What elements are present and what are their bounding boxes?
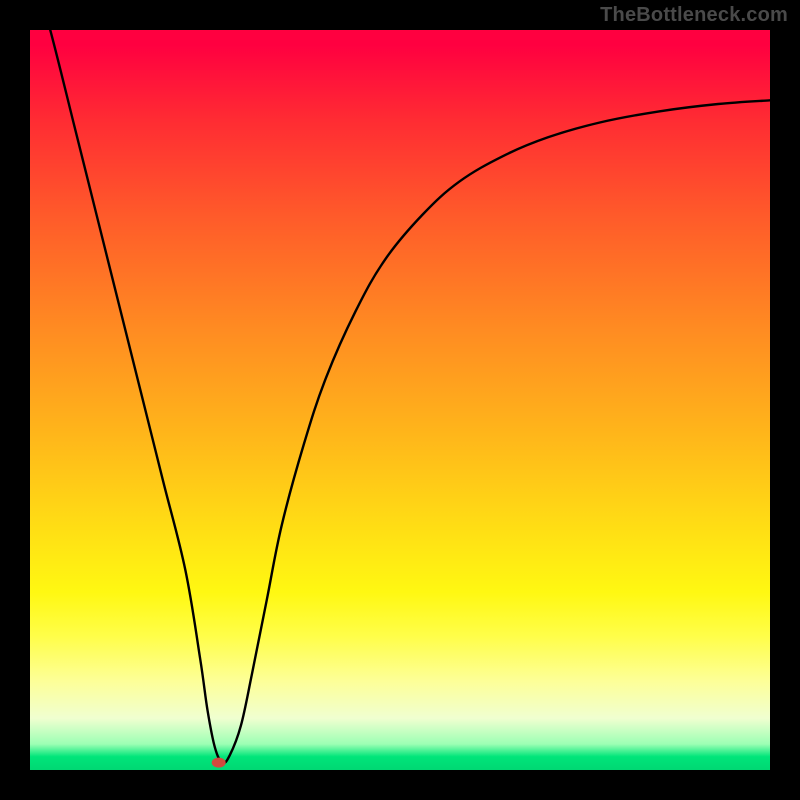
plot-area — [30, 30, 770, 770]
curve-svg — [30, 30, 770, 770]
watermark-text: TheBottleneck.com — [600, 4, 788, 27]
chart-frame: TheBottleneck.com — [0, 0, 800, 800]
bottleneck-curve — [30, 30, 770, 763]
optimal-point-marker — [212, 758, 226, 768]
